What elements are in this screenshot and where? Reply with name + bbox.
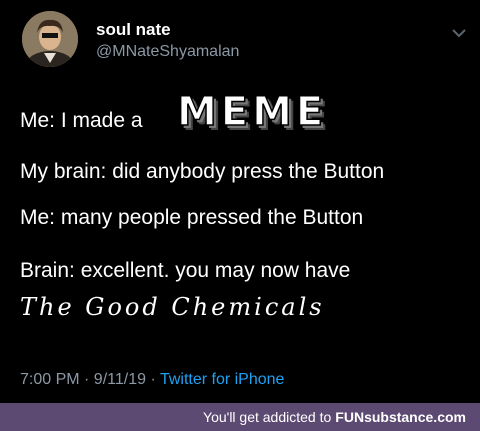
- watermark-brand-rest: substance.com: [364, 409, 466, 425]
- tweet-line-3: Me: many people pressed the Button: [20, 206, 364, 229]
- avatar[interactable]: [22, 11, 78, 67]
- watermark-text: You'll get addicted to: [203, 409, 332, 425]
- tweet-line-4: Brain: excellent. you may now have: [20, 259, 351, 282]
- tweet-source-link[interactable]: Twitter for iPhone: [160, 371, 285, 388]
- tweet-card: soul nate @MNateShyamalan Me: I made a M…: [0, 0, 480, 403]
- tweet-timestamp[interactable]: 7:00 PM · 9/11/19 ·: [20, 371, 156, 388]
- watermark-bar: You'll get addicted to FUN substance.com: [0, 403, 480, 431]
- tweet-line-2: My brain: did anybody press the Button: [20, 160, 385, 183]
- avatar-portrait: [22, 11, 78, 67]
- author-handle[interactable]: @MNateShyamalan: [96, 43, 239, 61]
- chevron-down-icon[interactable]: [451, 27, 467, 39]
- tweet-meta: 7:00 PM · 9/11/19 · Twitter for iPhone: [20, 371, 284, 389]
- author-display-name[interactable]: soul nate: [96, 20, 171, 40]
- good-chemicals-text: The Good Chemicals: [20, 293, 325, 321]
- meme-word-art: MEME: [176, 88, 328, 136]
- tweet-line-1: Me: I made a: [20, 109, 143, 132]
- watermark-brand-fun: FUN: [335, 409, 365, 425]
